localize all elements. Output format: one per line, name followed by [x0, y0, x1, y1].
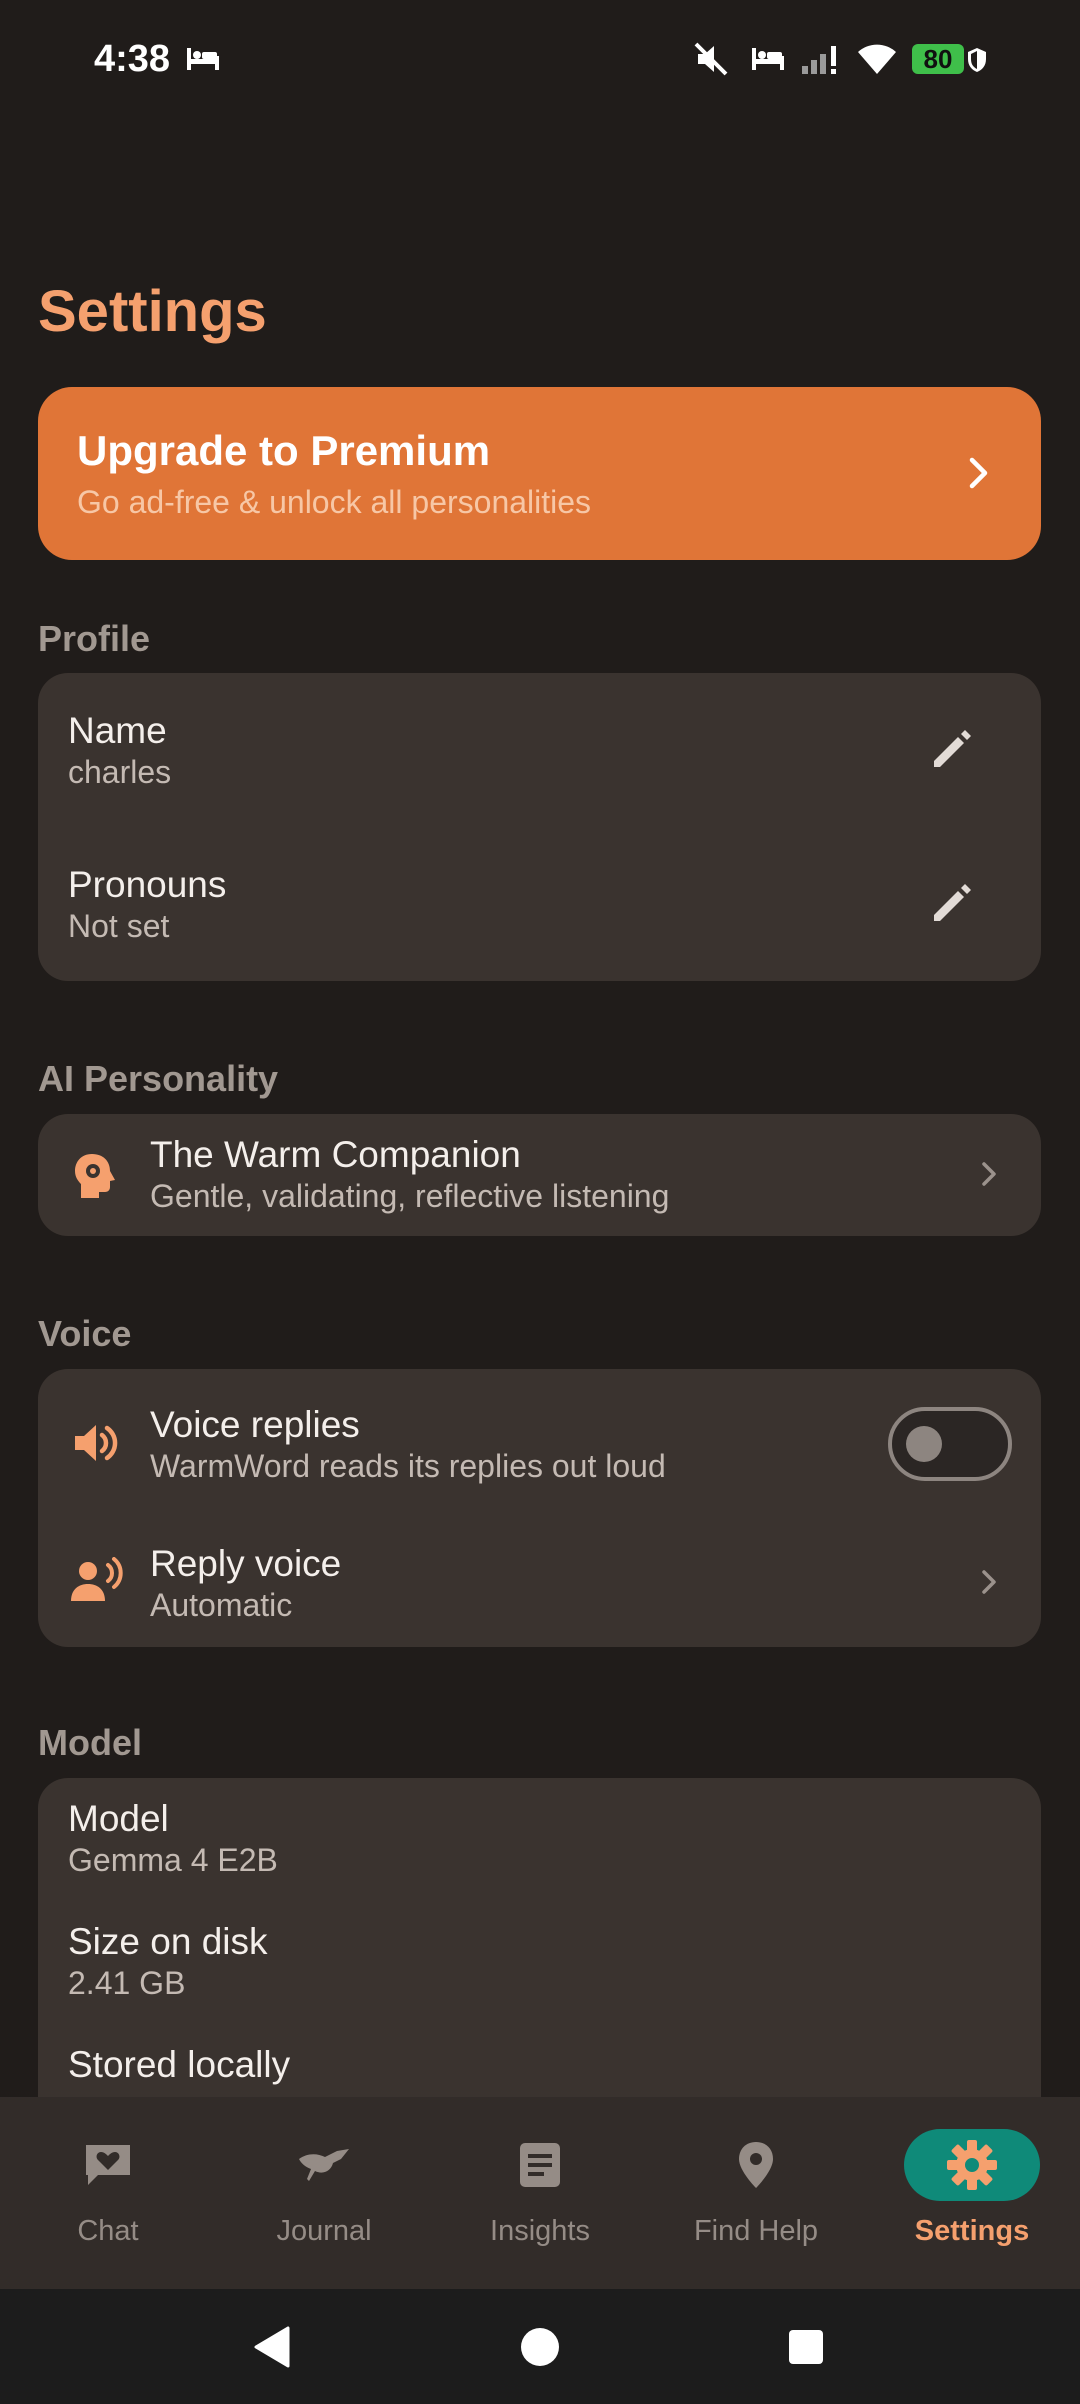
reply-voice-row[interactable]: Reply voice Automatic [38, 1519, 1041, 1647]
nav-item-find-help[interactable]: Find Help [648, 2097, 864, 2289]
nav-label: Journal [276, 2215, 372, 2247]
nav-item-chat[interactable]: Chat [0, 2097, 216, 2289]
model-size-value: 2.41 GB [68, 1965, 186, 2001]
profile-name-row[interactable]: Name charles [38, 673, 1041, 827]
home-icon[interactable] [520, 2327, 560, 2372]
system-navigation-bar [0, 2289, 1080, 2404]
model-size-title: Size on disk [68, 1921, 268, 1962]
bottom-navigation: Chat Journal Insights Find Help Settings [0, 2097, 1080, 2289]
battery-icon: 80 [912, 44, 964, 74]
nav-icon-container [472, 2129, 608, 2201]
section-label-ai-personality: AI Personality [38, 1058, 279, 1099]
row-value: Not set [68, 908, 170, 944]
chevron-right-icon [981, 1161, 997, 1192]
voice-replies-toggle[interactable] [888, 1407, 1012, 1481]
nav-icon-container [40, 2129, 176, 2201]
speaker-icon [72, 1421, 118, 1470]
nav-item-journal[interactable]: Journal [216, 2097, 432, 2289]
nav-item-settings[interactable]: Settings [864, 2097, 1080, 2289]
profile-card: Name charles Pronouns Not set [38, 673, 1041, 981]
location-pin-icon [739, 2142, 773, 2188]
nav-icon-container [688, 2129, 824, 2201]
section-label-profile: Profile [38, 618, 151, 659]
wifi-icon [856, 42, 898, 81]
row-title: Name [68, 710, 167, 751]
nav-item-insights[interactable]: Insights [432, 2097, 648, 2289]
nav-label: Find Help [693, 2215, 819, 2247]
profile-pronouns-row[interactable]: Pronouns Not set [38, 827, 1041, 981]
chat-heart-icon [86, 2145, 130, 2185]
battery-level: 80 [923, 43, 953, 74]
premium-subtitle: Go ad-free & unlock all personalities [77, 484, 592, 520]
personality-subtitle: Gentle, validating, reflective listening [150, 1178, 670, 1214]
model-name-title: Model [68, 1798, 169, 1839]
voice-replies-row[interactable]: Voice replies WarmWord reads its replies… [38, 1369, 1041, 1519]
row-title: Reply voice [150, 1543, 342, 1584]
upgrade-premium-button[interactable]: Upgrade to Premium Go ad-free & unlock a… [38, 387, 1041, 560]
row-title: Pronouns [68, 864, 227, 905]
edit-pencil-icon[interactable] [926, 723, 978, 780]
section-label-model: Model [38, 1722, 142, 1763]
voice-person-icon [68, 1557, 124, 1610]
section-label-voice: Voice [38, 1313, 132, 1354]
row-subtitle: WarmWord reads its replies out loud [150, 1448, 666, 1484]
page-title: Settings [38, 279, 267, 344]
nav-label: Insights [490, 2215, 590, 2247]
mute-icon [694, 42, 730, 81]
status-bar: 4:38 80 [0, 0, 1080, 120]
sleep-mode-icon [750, 42, 786, 77]
voice-card: Voice replies WarmWord reads its replies… [38, 1369, 1041, 1647]
model-card: Model Gemma 4 E2B Size on disk 2.41 GB S… [38, 1778, 1041, 2138]
journal-quill-icon [299, 2149, 349, 2181]
ai-personality-row[interactable]: The Warm Companion Gentle, validating, r… [38, 1114, 1041, 1236]
sleep-mode-icon [185, 42, 221, 77]
personality-title: The Warm Companion [150, 1134, 521, 1175]
row-value: Automatic [150, 1587, 293, 1623]
nav-label: Chat [77, 2215, 139, 2247]
signal-icon [800, 42, 846, 81]
nav-icon-container [256, 2129, 392, 2201]
premium-title: Upgrade to Premium [77, 427, 491, 474]
model-name-value: Gemma 4 E2B [68, 1842, 278, 1878]
chevron-right-icon [967, 455, 991, 496]
toggle-knob [906, 1426, 942, 1462]
gear-icon [947, 2140, 997, 2190]
chevron-right-icon [981, 1569, 997, 1600]
back-icon[interactable] [252, 2325, 292, 2374]
recents-icon[interactable] [788, 2329, 824, 2370]
nav-label: Settings [914, 2215, 1030, 2247]
row-title: Voice replies [150, 1404, 360, 1445]
nav-icon-container [904, 2129, 1040, 2201]
status-time: 4:38 [94, 38, 171, 80]
shield-icon [966, 46, 988, 79]
row-value: charles [68, 754, 172, 790]
insights-document-icon [520, 2143, 560, 2187]
edit-pencil-icon[interactable] [926, 877, 978, 934]
model-stored-title: Stored locally [68, 2044, 291, 2085]
personality-head-icon [72, 1152, 118, 1205]
